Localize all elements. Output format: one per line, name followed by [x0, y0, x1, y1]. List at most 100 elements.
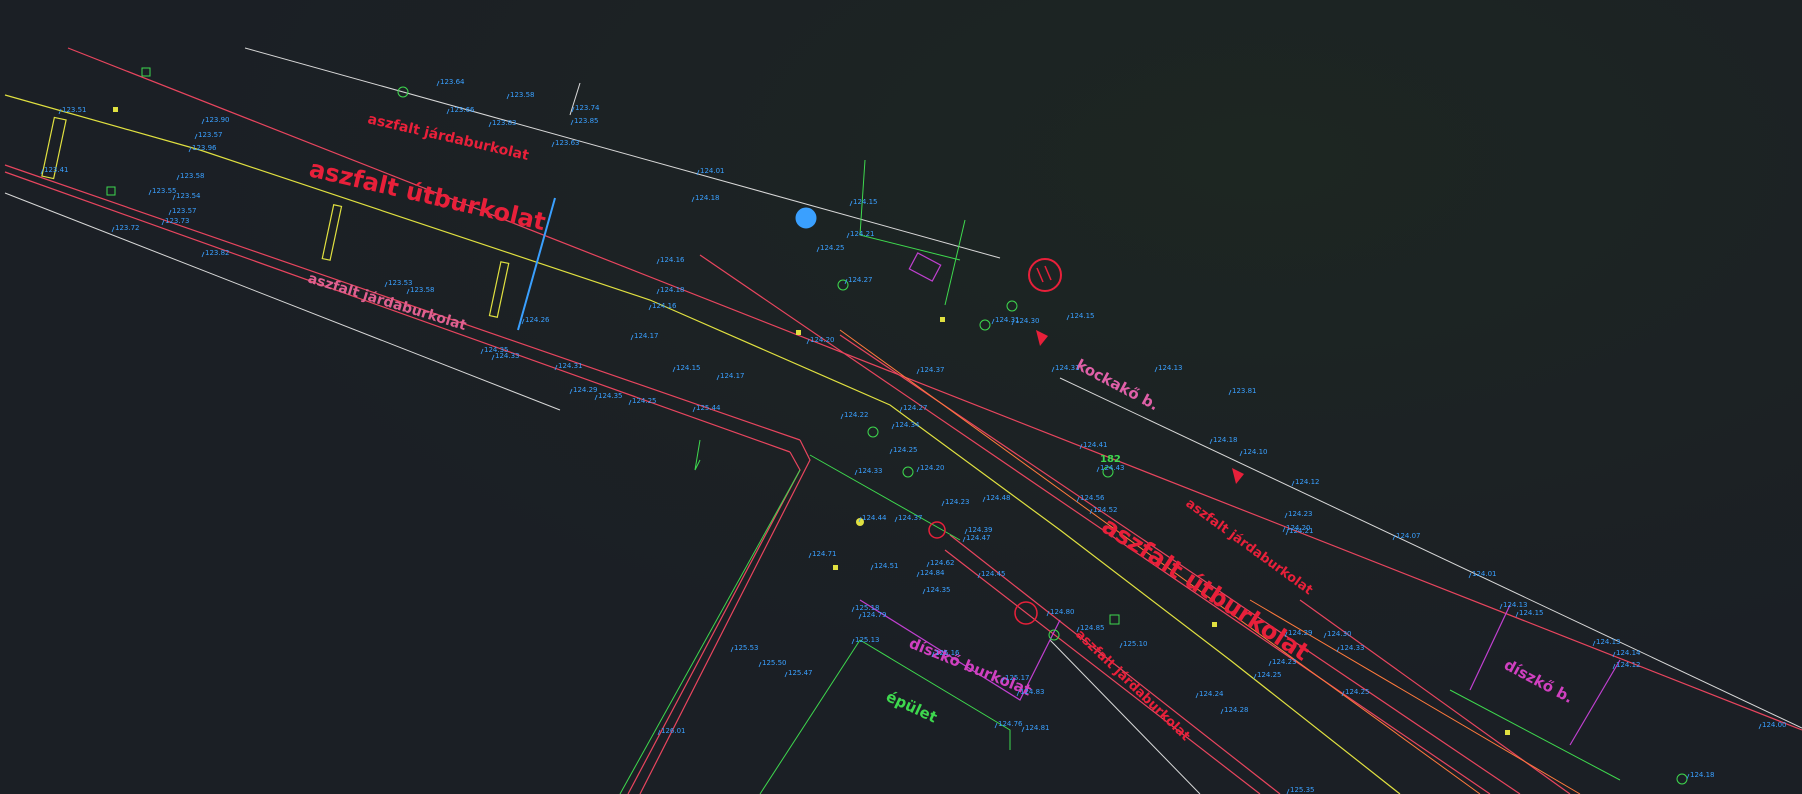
- spot-height-tick: [994, 722, 998, 729]
- road-label: aszfalt útburkolat: [307, 155, 549, 237]
- spot-height-tick: [201, 118, 205, 125]
- manhole-icon[interactable]: [795, 207, 817, 229]
- spot-height-label: 123.73: [165, 217, 190, 225]
- spot-height-tick: [194, 133, 198, 140]
- spot-height-label: 124.33: [858, 467, 883, 475]
- spot-height-label: 124.37: [898, 514, 923, 522]
- spot-height-tick: [656, 288, 660, 295]
- spot-height-tick: [1096, 466, 1100, 473]
- spot-height-tick: [851, 606, 855, 613]
- spot-height-tick: [506, 93, 510, 100]
- tree-icon[interactable]: [902, 466, 914, 478]
- paving-label: díszkő b.: [1501, 656, 1576, 707]
- map-drawing: aszfalt útburkolat aszfalt útburkolat as…: [4, 47, 1802, 794]
- spot-height-tick: [1066, 314, 1070, 321]
- sign-stripe: [1044, 265, 1052, 281]
- spot-height-tick: [758, 661, 762, 668]
- spot-height-tick: [1515, 611, 1519, 618]
- spot-height-label: 123.53: [388, 279, 413, 287]
- arrow-marker-icon[interactable]: [1036, 330, 1048, 346]
- spot-height-label: 124.29: [573, 386, 598, 394]
- spot-height-label: 126.01: [661, 727, 686, 735]
- spot-height-label: 124.15: [1519, 609, 1544, 617]
- spot-height-label: 123.41: [44, 166, 69, 174]
- spot-height-label: 123.90: [205, 116, 230, 124]
- spot-height-label: 125.35: [1290, 786, 1315, 794]
- spot-height-label: 124.25: [1345, 688, 1370, 696]
- spot-height-label: 125.17: [1005, 674, 1030, 682]
- spot-height-label: 124.35: [484, 346, 509, 354]
- spot-height-label: 124.17: [634, 332, 659, 340]
- spot-height-tick: [808, 552, 812, 559]
- spot-height-label: 124.12: [1616, 661, 1641, 669]
- spot-height-label: 124.20: [920, 464, 945, 472]
- spot-height-label: 124.07: [1396, 532, 1421, 540]
- spot-height-label: 124.18: [1690, 771, 1715, 779]
- spot-height-label: 124.39: [968, 526, 993, 534]
- spot-height-tick: [491, 354, 495, 361]
- spot-height-label: 124.12: [1295, 478, 1320, 486]
- spot-height-tick: [161, 219, 165, 226]
- spot-height-label: 125.47: [788, 669, 813, 677]
- spot-height-label: 123.85: [574, 117, 599, 125]
- tree-icon[interactable]: [1676, 773, 1688, 785]
- spot-height-label: 124.21: [850, 230, 875, 238]
- tree-icon[interactable]: [837, 279, 849, 291]
- spot-height-tick: [991, 318, 995, 325]
- spot-height-label: 124.85: [1080, 624, 1105, 632]
- spot-height-label: 124.79: [862, 611, 887, 619]
- spot-height-label: 124.31: [558, 362, 583, 370]
- spot-height-tick: [858, 613, 862, 620]
- spot-height-tick: [851, 638, 855, 645]
- traffic-sign-icon[interactable]: [1028, 258, 1062, 292]
- arrow-marker-icon[interactable]: [1232, 468, 1244, 484]
- tree-icon[interactable]: [1006, 300, 1018, 312]
- spot-height-label: 124.30: [1327, 630, 1352, 638]
- spot-height-tick: [656, 258, 660, 265]
- shrub-icon: [1109, 614, 1120, 625]
- paving-label: díszkő burkolat: [907, 634, 1034, 699]
- spot-height-tick: [716, 374, 720, 381]
- spot-height-label: 124.27: [848, 276, 873, 284]
- spot-height-label: 124.13: [1503, 601, 1528, 609]
- spot-height-tick: [1051, 366, 1055, 373]
- cad-drawing-canvas[interactable]: aszfalt útburkolat aszfalt útburkolat as…: [0, 0, 1802, 794]
- spot-height-label: 124.27: [903, 404, 928, 412]
- spot-height-tick: [521, 318, 525, 325]
- spot-height-label: 124.16: [660, 256, 685, 264]
- spot-height-label: 124.23: [1288, 510, 1313, 518]
- spot-height-label: 124.01: [1472, 570, 1497, 578]
- spot-height-tick: [889, 448, 893, 455]
- spot-height-tick: [436, 80, 440, 87]
- spot-height-label: 124.10: [1243, 448, 1268, 456]
- spot-height-label: 124.24: [1199, 690, 1224, 698]
- spot-height-label: 124.16: [652, 302, 677, 310]
- spot-height-label: 124.18: [695, 194, 720, 202]
- spot-height-tick: [894, 516, 898, 523]
- spot-height-label: 124.23: [1272, 658, 1297, 666]
- spot-height-label: 125.53: [734, 644, 759, 652]
- spot-height-label: 124.80: [1050, 608, 1075, 616]
- spot-height-tick: [1119, 642, 1123, 649]
- spot-height-label: 125.44: [696, 404, 721, 412]
- spot-height-tick: [384, 281, 388, 288]
- spot-height-label: 124.13: [1596, 638, 1621, 646]
- green-lines: [619, 159, 1621, 794]
- tree-icon[interactable]: [979, 319, 991, 331]
- spot-height-label: 125.16: [935, 649, 960, 657]
- spot-height-tick: [446, 108, 450, 115]
- spot-height-label: 123.63: [555, 139, 580, 147]
- spot-height-tick: [916, 571, 920, 578]
- spot-height-label: 124.34: [895, 421, 920, 429]
- spot-height-label: 124.17: [720, 372, 745, 380]
- spot-height-tick: [569, 388, 573, 395]
- spot-height-label: 125.18: [855, 604, 880, 612]
- spot-height-tick: [849, 200, 853, 207]
- tree-icon[interactable]: [867, 426, 879, 438]
- spot-height-label: 123.72: [115, 224, 140, 232]
- spot-height-label: 124.76: [998, 720, 1023, 728]
- spot-height-label: 124.22: [844, 411, 869, 419]
- spot-height-label: 124.30: [1015, 317, 1040, 325]
- spot-height-label: 124.18: [660, 286, 685, 294]
- spot-height-label: 124.71: [812, 550, 837, 558]
